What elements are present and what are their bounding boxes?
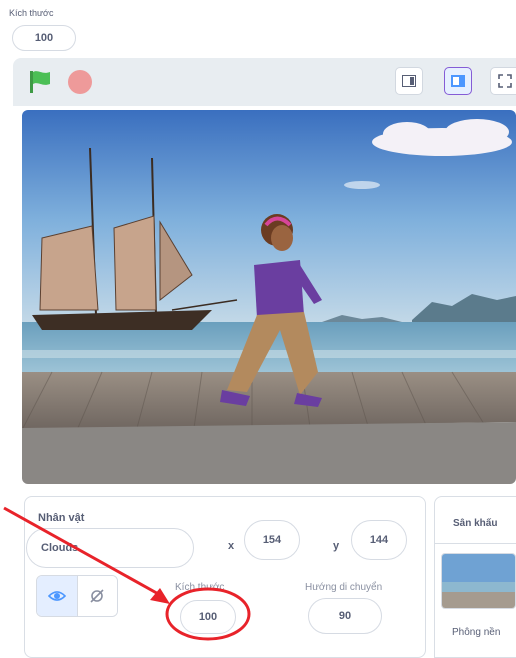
fullscreen-button[interactable] bbox=[490, 67, 516, 95]
eye-hidden-icon bbox=[90, 589, 104, 603]
hide-sprite-button[interactable] bbox=[76, 576, 117, 616]
x-label: x bbox=[228, 540, 235, 552]
stop-icon[interactable] bbox=[68, 70, 92, 94]
small-stage-button[interactable] bbox=[395, 67, 423, 95]
backdrop-caption: Phông nền bbox=[452, 627, 501, 638]
stage-panel-title: Sân khấu bbox=[453, 518, 498, 529]
x-field[interactable]: 154 bbox=[244, 520, 300, 560]
small-stage-icon bbox=[402, 75, 416, 87]
size-label: Kích thước bbox=[175, 582, 225, 593]
green-flag-icon[interactable] bbox=[28, 70, 54, 99]
backdrop-thumbnail[interactable] bbox=[441, 553, 516, 609]
direction-label: Hướng di chuyển bbox=[305, 582, 383, 593]
sprite-name-field[interactable]: Clouds bbox=[26, 528, 194, 568]
eye-icon bbox=[47, 591, 66, 601]
size-field-top[interactable]: 100 bbox=[12, 25, 76, 51]
show-sprite-button[interactable] bbox=[37, 576, 77, 616]
direction-field[interactable]: 90 bbox=[308, 598, 382, 634]
visibility-toggle bbox=[36, 575, 118, 617]
stage-canvas[interactable] bbox=[22, 110, 516, 484]
y-field[interactable]: 144 bbox=[351, 520, 407, 560]
size-label-top: Kích thước bbox=[9, 8, 54, 18]
normal-stage-icon bbox=[451, 75, 465, 87]
sprite-panel-title: Nhân vật bbox=[38, 512, 85, 524]
stage-panel-divider bbox=[434, 543, 516, 544]
fullscreen-icon bbox=[497, 74, 512, 88]
size-field[interactable]: 100 bbox=[180, 600, 236, 634]
y-label: y bbox=[333, 540, 340, 552]
normal-stage-button[interactable] bbox=[444, 67, 472, 95]
